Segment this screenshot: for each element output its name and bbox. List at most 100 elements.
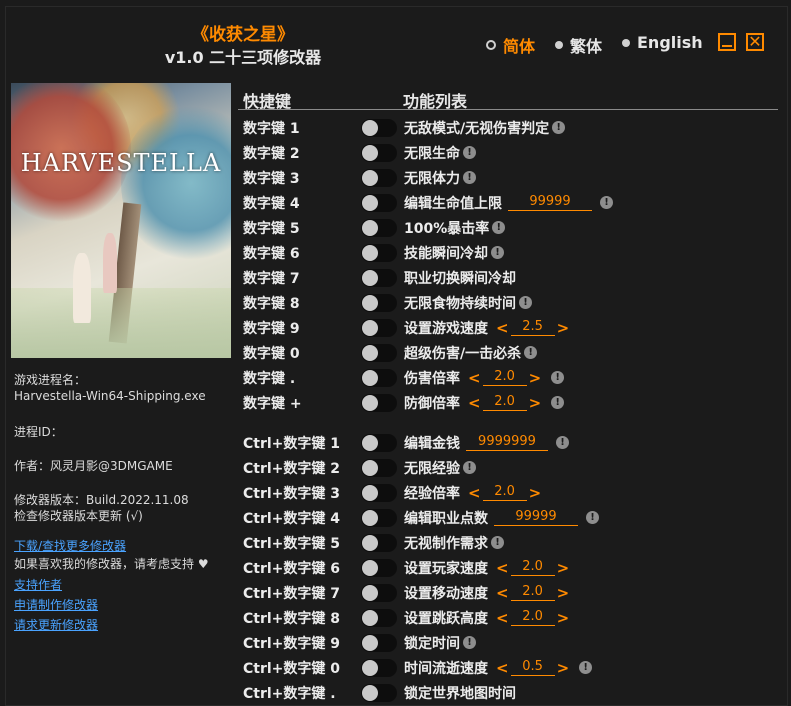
cheat-toggle[interactable] <box>361 293 397 312</box>
cheat-toggle[interactable] <box>361 508 397 527</box>
lang-english[interactable]: English <box>622 33 703 52</box>
increase-arrow-icon[interactable]: > <box>529 394 542 412</box>
increase-arrow-icon[interactable]: > <box>557 609 570 627</box>
decrease-arrow-icon[interactable]: < <box>468 484 481 502</box>
decrease-arrow-icon[interactable]: < <box>468 394 481 412</box>
cheat-toggle[interactable] <box>361 583 397 602</box>
stepper-value[interactable]: 2.0 <box>482 394 527 411</box>
value-input[interactable]: 99999 <box>508 194 592 211</box>
info-icon[interactable]: ! <box>463 146 476 159</box>
cheat-row: Ctrl+数字键 8 设置跳跃高度 <2.0 > <box>243 605 783 630</box>
info-icon[interactable]: ! <box>519 296 532 309</box>
value-input[interactable]: 9999999 <box>466 434 548 451</box>
increase-arrow-icon[interactable]: > <box>557 584 570 602</box>
close-icon[interactable]: ✕ <box>746 33 764 51</box>
minimize-icon[interactable] <box>718 33 736 51</box>
info-icon[interactable]: ! <box>491 536 504 549</box>
info-icon[interactable]: ! <box>552 121 566 134</box>
decrease-arrow-icon[interactable]: < <box>496 659 509 677</box>
function-label: 编辑金钱 <box>404 435 460 452</box>
cheat-toggle[interactable] <box>361 193 397 212</box>
hotkey-label: 数字键 9 <box>243 320 300 337</box>
cheat-toggle[interactable] <box>361 483 397 502</box>
increase-arrow-icon[interactable]: > <box>557 559 570 577</box>
value-stepper: <0.5 > <box>494 659 571 677</box>
info-icon[interactable]: ! <box>492 221 506 234</box>
decrease-arrow-icon[interactable]: < <box>496 559 509 577</box>
cheat-toggle[interactable] <box>361 683 397 702</box>
stepper-value[interactable]: 2.0 <box>510 609 555 626</box>
info-icon[interactable]: ! <box>556 436 569 449</box>
function-label: 时间流逝速度 <box>404 660 488 677</box>
stepper-value[interactable]: 2.5 <box>510 319 555 336</box>
cheat-toggle[interactable] <box>361 168 397 187</box>
cheat-row: 数字键 0 超级伤害/一击必杀! <box>243 340 783 365</box>
info-icon[interactable]: ! <box>491 246 504 259</box>
cheat-toggle[interactable] <box>361 458 397 477</box>
info-icon[interactable]: ! <box>524 346 538 359</box>
cheat-toggle[interactable] <box>361 343 397 362</box>
cheat-row: Ctrl+数字键 7 设置移动速度 <2.0 > <box>243 580 783 605</box>
request-update-link[interactable]: 请求更新修改器 <box>14 617 98 633</box>
radio-icon <box>555 41 563 49</box>
cheat-toggle[interactable] <box>361 433 397 452</box>
check-update[interactable]: 检查修改器版本更新 (√) <box>14 508 143 524</box>
hotkey-label: 数字键 4 <box>243 195 300 212</box>
stepper-value[interactable]: 0.5 <box>510 659 555 676</box>
process-label: 游戏进程名： <box>14 373 87 387</box>
info-icon[interactable]: ! <box>586 511 599 524</box>
cheat-toggle[interactable] <box>361 608 397 627</box>
info-icon[interactable]: ! <box>463 461 476 474</box>
cheat-toggle[interactable] <box>361 268 397 287</box>
info-icon[interactable]: ! <box>463 171 476 184</box>
function-label: 无视制作需求 <box>404 535 488 552</box>
support-author-link[interactable]: 支持作者 <box>14 577 62 593</box>
cheat-toggle[interactable] <box>361 218 397 237</box>
cheat-toggle[interactable] <box>361 658 397 677</box>
value-input[interactable]: 99999 <box>494 509 578 526</box>
request-trainer-link[interactable]: 申请制作修改器 <box>14 597 98 613</box>
lang-label: English <box>637 33 703 52</box>
title-block: 《收获之星》 v1.0 二十三项修改器 <box>150 24 336 68</box>
download-link[interactable]: 下载/查找更多修改器 <box>14 538 126 554</box>
hotkey-label: 数字键 . <box>243 370 296 387</box>
hotkey-label: Ctrl+数字键 4 <box>243 510 341 527</box>
hotkey-label: Ctrl+数字键 9 <box>243 635 341 652</box>
info-icon[interactable]: ! <box>579 661 593 674</box>
cheat-toggle[interactable] <box>361 143 397 162</box>
increase-arrow-icon[interactable]: > <box>557 659 570 677</box>
decrease-arrow-icon[interactable]: < <box>496 609 509 627</box>
decrease-arrow-icon[interactable]: < <box>468 369 481 387</box>
stepper-value[interactable]: 2.0 <box>482 369 527 386</box>
info-icon[interactable]: ! <box>551 396 565 409</box>
cheat-toggle[interactable] <box>361 368 397 387</box>
decrease-arrow-icon[interactable]: < <box>496 584 509 602</box>
cheat-toggle[interactable] <box>361 633 397 652</box>
cheat-toggle[interactable] <box>361 243 397 262</box>
lang-simplified[interactable]: 简体 <box>486 33 535 57</box>
decrease-arrow-icon[interactable]: < <box>496 319 509 337</box>
cheat-toggle[interactable] <box>361 558 397 577</box>
version-title: v1.0 二十三项修改器 <box>164 48 322 67</box>
cheat-toggle[interactable] <box>361 393 397 412</box>
increase-arrow-icon[interactable]: > <box>529 369 542 387</box>
hotkey-label: Ctrl+数字键 1 <box>243 435 341 452</box>
info-icon[interactable]: ! <box>600 196 613 209</box>
cheat-row: Ctrl+数字键 0 时间流逝速度 <0.5 >! <box>243 655 783 680</box>
lang-traditional[interactable]: 繁体 <box>555 33 602 57</box>
cheat-toggle[interactable] <box>361 118 397 137</box>
cover-logo: HARVESTELLA <box>20 149 222 177</box>
stepper-value[interactable]: 2.0 <box>510 559 555 576</box>
info-icon[interactable]: ! <box>551 371 565 384</box>
cheat-toggle[interactable] <box>361 533 397 552</box>
increase-arrow-icon[interactable]: > <box>557 319 570 337</box>
cheat-row: Ctrl+数字键 6 设置玩家速度 <2.0 > <box>243 555 783 580</box>
cheat-row: 数字键 . 伤害倍率 <2.0 >! <box>243 365 783 390</box>
cheat-toggle[interactable] <box>361 318 397 337</box>
increase-arrow-icon[interactable]: > <box>529 484 542 502</box>
info-icon[interactable]: ! <box>463 636 476 649</box>
hotkey-label: 数字键 1 <box>243 120 300 137</box>
stepper-value[interactable]: 2.0 <box>482 484 527 501</box>
stepper-value[interactable]: 2.0 <box>510 584 555 601</box>
function-label: 编辑生命值上限 <box>404 195 502 212</box>
